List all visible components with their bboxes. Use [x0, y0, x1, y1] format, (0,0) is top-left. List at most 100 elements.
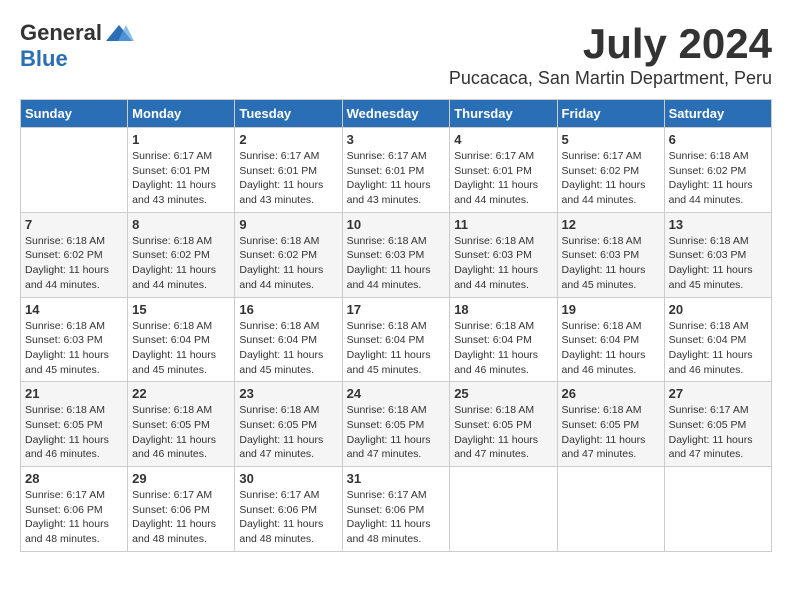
calendar-cell: 27 Sunrise: 6:17 AMSunset: 6:05 PMDayligh… [664, 382, 771, 467]
day-info: Sunrise: 6:18 AMSunset: 6:04 PMDaylight:… [347, 319, 446, 378]
calendar-cell: 30 Sunrise: 6:17 AMSunset: 6:06 PMDayligh… [235, 467, 342, 552]
day-number: 9 [239, 217, 337, 232]
day-number: 28 [25, 471, 123, 486]
calendar-cell: 3 Sunrise: 6:17 AMSunset: 6:01 PMDaylight… [342, 128, 450, 213]
calendar-cell: 26Sunrise: 6:18 AMSunset: 6:05 PMDayligh… [557, 382, 664, 467]
day-number: 21 [25, 386, 123, 401]
day-info: Sunrise: 6:17 AMSunset: 6:01 PMDaylight:… [454, 149, 552, 208]
calendar-cell: 14Sunrise: 6:18 AMSunset: 6:03 PMDayligh… [21, 297, 128, 382]
calendar-cell: 7 Sunrise: 6:18 AMSunset: 6:02 PMDaylight… [21, 212, 128, 297]
week-row-1: 1Sunrise: 6:17 AMSunset: 6:01 PMDaylight… [21, 128, 772, 213]
header-wednesday: Wednesday [342, 100, 450, 128]
day-number: 7 [25, 217, 123, 232]
day-number: 31 [347, 471, 446, 486]
day-number: 8 [132, 217, 230, 232]
day-info: Sunrise: 6:17 AMSunset: 6:06 PMDaylight:… [347, 488, 446, 547]
calendar-cell: 4Sunrise: 6:17 AMSunset: 6:01 PMDaylight… [450, 128, 557, 213]
page-header: General Blue July 2024 Pucacaca, San Mar… [20, 20, 772, 89]
day-info: Sunrise: 6:18 AMSunset: 6:04 PMDaylight:… [132, 319, 230, 378]
day-info: Sunrise: 6:18 AMSunset: 6:05 PMDaylight:… [562, 403, 660, 462]
day-number: 15 [132, 302, 230, 317]
week-row-4: 21 Sunrise: 6:18 AMSunset: 6:05 PMDayligh… [21, 382, 772, 467]
day-info: Sunrise: 6:18 AMSunset: 6:03 PMDaylight:… [562, 234, 660, 293]
week-row-5: 28 Sunrise: 6:17 AMSunset: 6:06 PMDayligh… [21, 467, 772, 552]
day-number: 12 [562, 217, 660, 232]
day-number: 23 [239, 386, 337, 401]
day-info: Sunrise: 6:18 AMSunset: 6:05 PMDaylight:… [454, 403, 552, 462]
day-info: Sunrise: 6:17 AMSunset: 6:01 PMDaylight:… [347, 149, 446, 208]
logo-icon [104, 23, 134, 43]
header-thursday: Thursday [450, 100, 557, 128]
day-number: 14 [25, 302, 123, 317]
calendar-cell: 8 Sunrise: 6:18 AMSunset: 6:02 PMDaylight… [128, 212, 235, 297]
calendar-cell: 1Sunrise: 6:17 AMSunset: 6:01 PMDaylight… [128, 128, 235, 213]
day-info: Sunrise: 6:17 AMSunset: 6:01 PMDaylight:… [132, 149, 230, 208]
calendar-cell [664, 467, 771, 552]
calendar-cell: 5Sunrise: 6:17 AMSunset: 6:02 PMDaylight… [557, 128, 664, 213]
day-info: Sunrise: 6:18 AMSunset: 6:02 PMDaylight:… [25, 234, 123, 293]
day-info: Sunrise: 6:18 AMSunset: 6:03 PMDaylight:… [347, 234, 446, 293]
day-number: 5 [562, 132, 660, 147]
week-row-3: 14Sunrise: 6:18 AMSunset: 6:03 PMDayligh… [21, 297, 772, 382]
day-info: Sunrise: 6:18 AMSunset: 6:04 PMDaylight:… [239, 319, 337, 378]
day-number: 2 [239, 132, 337, 147]
header-friday: Friday [557, 100, 664, 128]
calendar-cell: 2 Sunrise: 6:17 AMSunset: 6:01 PMDaylight… [235, 128, 342, 213]
week-row-2: 7 Sunrise: 6:18 AMSunset: 6:02 PMDaylight… [21, 212, 772, 297]
calendar-cell [21, 128, 128, 213]
day-info: Sunrise: 6:17 AMSunset: 6:01 PMDaylight:… [239, 149, 337, 208]
day-number: 29 [132, 471, 230, 486]
day-info: Sunrise: 6:18 AMSunset: 6:03 PMDaylight:… [454, 234, 552, 293]
day-number: 18 [454, 302, 552, 317]
calendar-cell: 16 Sunrise: 6:18 AMSunset: 6:04 PMDayligh… [235, 297, 342, 382]
day-number: 22 [132, 386, 230, 401]
calendar-cell: 18 Sunrise: 6:18 AMSunset: 6:04 PMDayligh… [450, 297, 557, 382]
day-number: 25 [454, 386, 552, 401]
day-info: Sunrise: 6:17 AMSunset: 6:06 PMDaylight:… [132, 488, 230, 547]
logo-general-text: General [20, 20, 102, 46]
calendar-cell: 12 Sunrise: 6:18 AMSunset: 6:03 PMDayligh… [557, 212, 664, 297]
day-number: 24 [347, 386, 446, 401]
calendar-cell: 29 Sunrise: 6:17 AMSunset: 6:06 PMDayligh… [128, 467, 235, 552]
calendar-cell: 11 Sunrise: 6:18 AMSunset: 6:03 PMDayligh… [450, 212, 557, 297]
logo-blue-text: Blue [20, 46, 68, 72]
calendar-table: SundayMondayTuesdayWednesdayThursdayFrid… [20, 99, 772, 552]
day-number: 16 [239, 302, 337, 317]
calendar-cell: 17Sunrise: 6:18 AMSunset: 6:04 PMDayligh… [342, 297, 450, 382]
calendar-cell: 10 Sunrise: 6:18 AMSunset: 6:03 PMDayligh… [342, 212, 450, 297]
day-number: 3 [347, 132, 446, 147]
calendar-cell: 31 Sunrise: 6:17 AMSunset: 6:06 PMDayligh… [342, 467, 450, 552]
day-info: Sunrise: 6:18 AMSunset: 6:02 PMDaylight:… [669, 149, 767, 208]
calendar-cell: 24 Sunrise: 6:18 AMSunset: 6:05 PMDayligh… [342, 382, 450, 467]
day-info: Sunrise: 6:17 AMSunset: 6:05 PMDaylight:… [669, 403, 767, 462]
day-number: 30 [239, 471, 337, 486]
calendar-cell [557, 467, 664, 552]
calendar-cell: 9 Sunrise: 6:18 AMSunset: 6:02 PMDaylight… [235, 212, 342, 297]
calendar-cell: 19 Sunrise: 6:18 AMSunset: 6:04 PMDayligh… [557, 297, 664, 382]
day-number: 13 [669, 217, 767, 232]
calendar-cell: 28 Sunrise: 6:17 AMSunset: 6:06 PMDayligh… [21, 467, 128, 552]
header-monday: Monday [128, 100, 235, 128]
day-info: Sunrise: 6:18 AMSunset: 6:04 PMDaylight:… [454, 319, 552, 378]
day-info: Sunrise: 6:18 AMSunset: 6:05 PMDaylight:… [347, 403, 446, 462]
day-number: 10 [347, 217, 446, 232]
calendar-cell: 25 Sunrise: 6:18 AMSunset: 6:05 PMDayligh… [450, 382, 557, 467]
day-info: Sunrise: 6:18 AMSunset: 6:02 PMDaylight:… [132, 234, 230, 293]
day-number: 27 [669, 386, 767, 401]
calendar-cell: 23 Sunrise: 6:18 AMSunset: 6:05 PMDayligh… [235, 382, 342, 467]
day-number: 11 [454, 217, 552, 232]
logo: General Blue [20, 20, 134, 72]
calendar-cell: 6Sunrise: 6:18 AMSunset: 6:02 PMDaylight… [664, 128, 771, 213]
day-info: Sunrise: 6:17 AMSunset: 6:06 PMDaylight:… [25, 488, 123, 547]
calendar-cell [450, 467, 557, 552]
day-info: Sunrise: 6:18 AMSunset: 6:04 PMDaylight:… [562, 319, 660, 378]
day-number: 19 [562, 302, 660, 317]
header-sunday: Sunday [21, 100, 128, 128]
month-title: July 2024 [449, 20, 772, 68]
day-info: Sunrise: 6:18 AMSunset: 6:05 PMDaylight:… [132, 403, 230, 462]
day-info: Sunrise: 6:18 AMSunset: 6:05 PMDaylight:… [239, 403, 337, 462]
header-tuesday: Tuesday [235, 100, 342, 128]
day-info: Sunrise: 6:17 AMSunset: 6:06 PMDaylight:… [239, 488, 337, 547]
day-info: Sunrise: 6:18 AMSunset: 6:02 PMDaylight:… [239, 234, 337, 293]
location-title: Pucacaca, San Martin Department, Peru [449, 68, 772, 89]
